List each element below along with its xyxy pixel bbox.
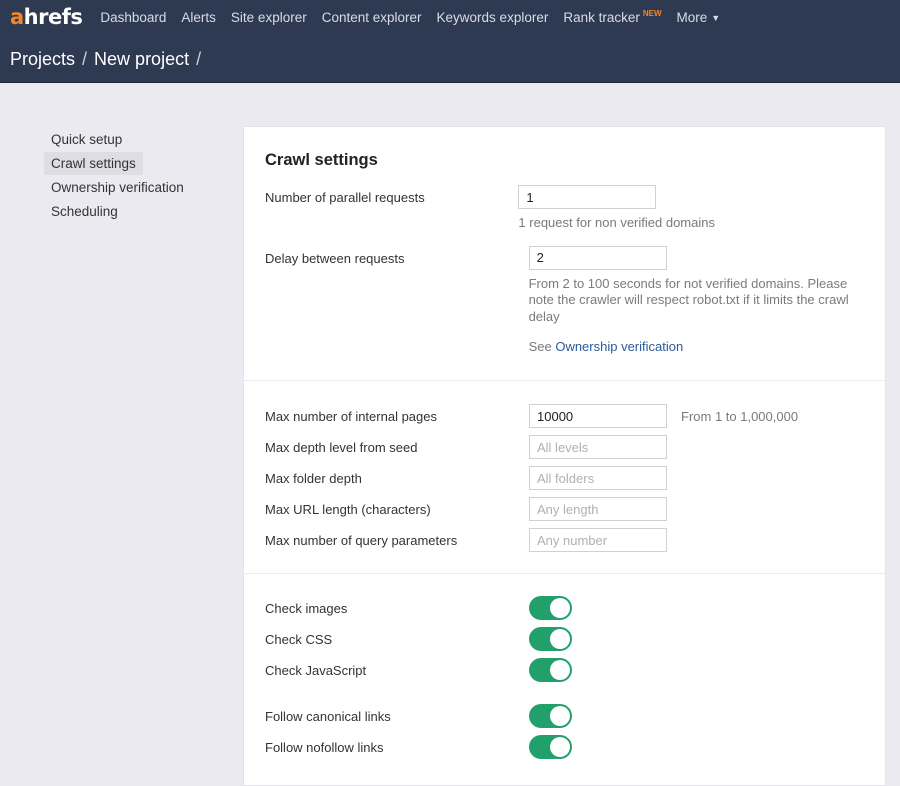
parallel-requests-row: Number of parallel requests 1 request fo… (265, 185, 864, 232)
follow-nofollow-label: Follow nofollow links (265, 740, 384, 755)
breadcrumb-separator: / (196, 49, 202, 69)
check-images-toggle[interactable] (529, 596, 572, 620)
logo-text: hrefs (23, 4, 83, 29)
parallel-requests-hint: 1 request for non verified domains (518, 215, 715, 230)
toggles-section: Check images Check CSS Check JavaScript … (244, 574, 885, 766)
see-prefix: See (528, 339, 552, 354)
follow-nofollow-toggle[interactable] (529, 735, 572, 759)
new-badge: NEW (642, 8, 662, 18)
delay-label: Delay between requests (265, 250, 405, 266)
top-nav: ahrefs Dashboard Alerts Site explorer Co… (0, 0, 900, 34)
nav-alerts[interactable]: Alerts (181, 10, 216, 25)
page-title: Crawl settings (265, 151, 378, 169)
nav-site-explorer[interactable]: Site explorer (231, 10, 307, 25)
nav-keywords-explorer[interactable]: Keywords explorer (437, 10, 549, 25)
sidebar-item-crawl-settings[interactable]: Crawl settings (44, 152, 143, 175)
max-query-params-label: Max number of query parameters (265, 533, 458, 548)
delay-row: Delay between requests From 2 to 100 sec… (265, 245, 864, 356)
see-ownership-hint: See Ownership verification (529, 339, 864, 356)
crawl-settings-panel: Crawl settings Number of parallel reques… (243, 126, 886, 786)
max-query-params-input[interactable] (529, 528, 667, 552)
limits-section: Max number of internal pages From 1 to 1… (244, 381, 885, 574)
max-internal-pages-label: Max number of internal pages (265, 409, 437, 424)
ahrefs-logo[interactable]: ahrefs (10, 4, 83, 29)
check-images-label: Check images (265, 601, 348, 616)
breadcrumb-projects[interactable]: Projects (10, 49, 75, 70)
check-css-toggle[interactable] (529, 627, 572, 651)
limit-row: Max depth level from seed (265, 435, 864, 466)
parallel-requests-input[interactable] (518, 185, 657, 209)
requests-section: Crawl settings Number of parallel reques… (244, 127, 885, 381)
sidebar-item-scheduling[interactable]: Scheduling (44, 200, 125, 223)
check-css-label: Check CSS (265, 632, 333, 647)
limit-row: Max folder depth (265, 466, 864, 497)
nav-rank-tracker[interactable]: Rank tracker NEW (563, 8, 662, 25)
max-folder-depth-label: Max folder depth (265, 471, 362, 486)
nav-dashboard[interactable]: Dashboard (100, 10, 166, 25)
nav-more-label: More (676, 9, 708, 25)
caret-down-icon: ▼ (711, 12, 721, 23)
max-internal-pages-input[interactable] (529, 404, 667, 428)
breadcrumb-separator: / (82, 49, 88, 69)
nav-rank-tracker-label: Rank tracker (563, 9, 640, 25)
max-folder-depth-input[interactable] (529, 466, 667, 490)
toggle-row: Check JavaScript (265, 658, 864, 704)
follow-canonical-label: Follow canonical links (265, 709, 391, 724)
breadcrumb-new-project[interactable]: New project (94, 49, 189, 70)
max-depth-label: Max depth level from seed (265, 440, 418, 455)
top-header: ahrefs Dashboard Alerts Site explorer Co… (0, 0, 900, 83)
breadcrumb: Projects / New project / (10, 49, 201, 70)
toggle-row: Follow nofollow links (265, 735, 864, 766)
toggle-row: Check images (265, 596, 864, 627)
sidebar-item-quick-setup[interactable]: Quick setup (44, 128, 129, 151)
sidebar-item-ownership-verification[interactable]: Ownership verification (44, 176, 191, 199)
max-url-length-input[interactable] (529, 497, 667, 521)
delay-hint: From 2 to 100 seconds for not verified d… (528, 275, 849, 324)
toggle-row: Follow canonical links (265, 704, 864, 735)
max-url-length-label: Max URL length (characters) (265, 502, 431, 517)
limit-row: Max number of query parameters (265, 528, 864, 559)
delay-input[interactable] (528, 245, 667, 270)
nav-more[interactable]: More ▼ (677, 10, 721, 25)
follow-canonical-toggle[interactable] (529, 704, 572, 728)
logo-accent: a (10, 4, 24, 29)
check-javascript-label: Check JavaScript (265, 663, 367, 678)
toggle-row: Check CSS (265, 627, 864, 658)
ownership-verification-link[interactable]: Ownership verification (555, 339, 683, 354)
max-internal-pages-hint: From 1 to 1,000,000 (681, 409, 799, 424)
parallel-requests-label: Number of parallel requests (265, 190, 425, 205)
settings-sidebar: Quick setup Crawl settings Ownership ver… (44, 128, 224, 224)
nav-content-explorer[interactable]: Content explorer (322, 10, 422, 25)
limit-row: Max number of internal pages From 1 to 1… (265, 404, 864, 435)
limit-row: Max URL length (characters) (265, 497, 864, 528)
max-depth-input[interactable] (529, 435, 667, 459)
check-javascript-toggle[interactable] (529, 658, 572, 682)
